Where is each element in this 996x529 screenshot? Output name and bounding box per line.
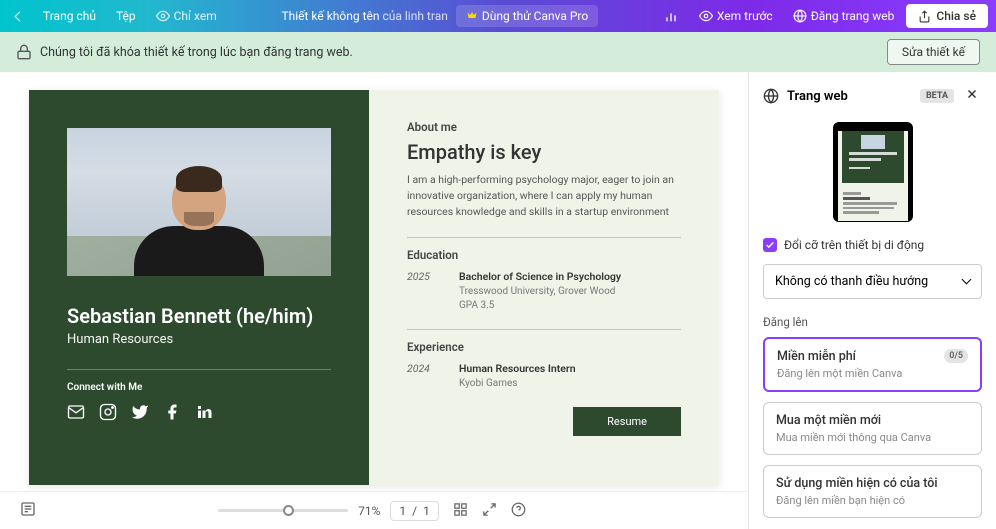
beta-badge: BETA [920, 89, 954, 103]
opt1-title: Miền miễn phí [777, 349, 856, 364]
opt3-title: Sử dụng miền hiện có của tôi [776, 476, 938, 491]
chart-icon [663, 8, 679, 24]
opt1-counter: 0/5 [944, 349, 968, 363]
try-pro-button[interactable]: Dùng thử Canva Pro [456, 5, 598, 27]
close-icon [965, 87, 979, 101]
exp-title: Human Resources Intern [459, 362, 576, 375]
opt2-sub: Mua miền mới thông qua Canva [776, 431, 969, 444]
canvas-viewport: Sebastian Bennett (he/him) Human Resourc… [0, 72, 748, 491]
lock-icon [16, 44, 32, 60]
domain-option-existing[interactable]: Sử dụng miền hiện có của tôi Đăng lên mi… [763, 465, 982, 518]
checkbox-icon [763, 238, 777, 252]
edu-gpa: GPA 3.5 [459, 300, 681, 311]
help-button[interactable] [507, 498, 530, 524]
page-indicator[interactable]: 1 / 1 [390, 501, 438, 521]
globe-icon [763, 88, 779, 104]
file-label: Tệp [116, 9, 136, 23]
publish-website-button[interactable]: Đăng trang web [785, 5, 903, 27]
instagram-icon [99, 403, 117, 421]
home-link[interactable]: Trang chủ [35, 5, 104, 27]
mobile-preview [833, 122, 913, 222]
navigation-select[interactable]: Không có thanh điều hướng [763, 264, 982, 299]
top-bar: Trang chủ Tệp Chỉ xem Thiết kế không tên… [0, 0, 996, 32]
publish-panel: Trang web BETA [748, 72, 996, 529]
help-icon [511, 502, 526, 517]
publish-label: Đăng trang web [811, 9, 895, 23]
globe-icon [793, 9, 807, 23]
design-canvas[interactable]: Sebastian Bennett (he/him) Human Resourc… [29, 90, 719, 485]
experience-label: Experience [407, 340, 681, 354]
twitter-icon [131, 403, 149, 421]
panel-header: Trang web BETA [763, 84, 982, 108]
education-label: Education [407, 248, 681, 262]
expand-icon [482, 502, 497, 517]
back-button[interactable] [8, 9, 31, 24]
design-right-panel: About me Empathy is key I am a high-perf… [369, 90, 719, 485]
zoom-value[interactable]: 71% [358, 504, 380, 518]
experience-row: 2024 Human Resources Intern [407, 362, 681, 375]
crown-icon [466, 10, 478, 22]
share-label: Chia sẻ [936, 9, 976, 23]
notes-icon [20, 501, 36, 517]
domain-option-buy[interactable]: Mua một miền mới Mua miền mới thông qua … [763, 402, 982, 455]
facebook-icon [163, 403, 181, 421]
opt1-sub: Đăng lên một miền Canva [777, 367, 968, 380]
connect-label: Connect with Me [67, 382, 331, 393]
resume-button[interactable]: Resume [573, 407, 681, 436]
publish-to-label: Đăng lên [763, 315, 982, 329]
view-only-indicator[interactable]: Chỉ xem [148, 5, 225, 27]
lock-banner: Chúng tôi đã khóa thiết kế trong lúc bạn… [0, 32, 996, 72]
edit-design-button[interactable]: Sửa thiết kế [887, 39, 980, 65]
design-left-panel: Sebastian Bennett (he/him) Human Resourc… [29, 90, 369, 485]
mobile-resize-checkbox[interactable]: Đổi cỡ trên thiết bị di động [763, 238, 982, 252]
edu-year: 2025 [407, 270, 439, 283]
slider-thumb[interactable] [283, 505, 294, 516]
upload-icon [918, 10, 931, 23]
close-panel-button[interactable] [962, 84, 982, 108]
file-menu[interactable]: Tệp [108, 5, 144, 27]
profile-name: Sebastian Bennett (he/him) [67, 304, 331, 328]
profile-photo [67, 128, 331, 276]
social-icons [67, 403, 331, 421]
education-row: 2025 Bachelor of Science in Psychology [407, 270, 681, 283]
preview-button[interactable]: Xem trước [691, 5, 781, 27]
eye-icon [699, 9, 713, 23]
domain-option-free[interactable]: Miền miễn phí 0/5 Đăng lên một miền Canv… [763, 337, 982, 392]
edu-school: Tresswood University, Grover Wood [459, 286, 681, 297]
grid-icon [453, 502, 468, 517]
preview-label: Xem trước [717, 9, 773, 23]
chevron-left-icon [15, 11, 25, 21]
chevron-down-icon [962, 275, 972, 285]
view-only-label: Chỉ xem [174, 9, 217, 23]
headline: Empathy is key [407, 140, 681, 164]
opt2-title: Mua một miền mới [776, 413, 881, 428]
about-label: About me [407, 120, 681, 134]
opt3-sub: Đăng lên miền bạn hiện có [776, 494, 969, 507]
lock-message: Chúng tôi đã khóa thiết kế trong lúc bạn… [40, 45, 353, 60]
exp-year: 2024 [407, 362, 439, 375]
pro-label: Dùng thử Canva Pro [482, 9, 588, 23]
profile-role: Human Resources [67, 332, 331, 347]
fullscreen-button[interactable] [478, 498, 501, 524]
about-text: I am a high-performing psychology major,… [407, 172, 681, 219]
panel-title: Trang web [787, 89, 848, 104]
nav-select-value: Không có thanh điều hướng [775, 274, 928, 289]
canvas-area: Sebastian Bennett (he/him) Human Resourc… [0, 72, 748, 529]
home-label: Trang chủ [43, 9, 96, 23]
grid-view-button[interactable] [449, 498, 472, 524]
share-button[interactable]: Chia sẻ [906, 4, 988, 28]
main-area: Sebastian Bennett (he/him) Human Resourc… [0, 72, 996, 529]
zoom-slider[interactable] [218, 509, 348, 512]
mobile-resize-label: Đổi cỡ trên thiết bị di động [784, 238, 924, 252]
exp-company: Kyobi Games [459, 378, 681, 389]
mail-icon [67, 403, 85, 421]
eye-icon [156, 9, 170, 23]
analytics-button[interactable] [655, 4, 687, 28]
linkedin-icon [195, 403, 213, 421]
notes-button[interactable] [16, 497, 40, 524]
edu-degree: Bachelor of Science in Psychology [459, 270, 621, 283]
bottom-controls: 71% 1 / 1 [0, 491, 748, 529]
design-title[interactable]: Thiết kế không tên của linh tran [281, 9, 447, 23]
